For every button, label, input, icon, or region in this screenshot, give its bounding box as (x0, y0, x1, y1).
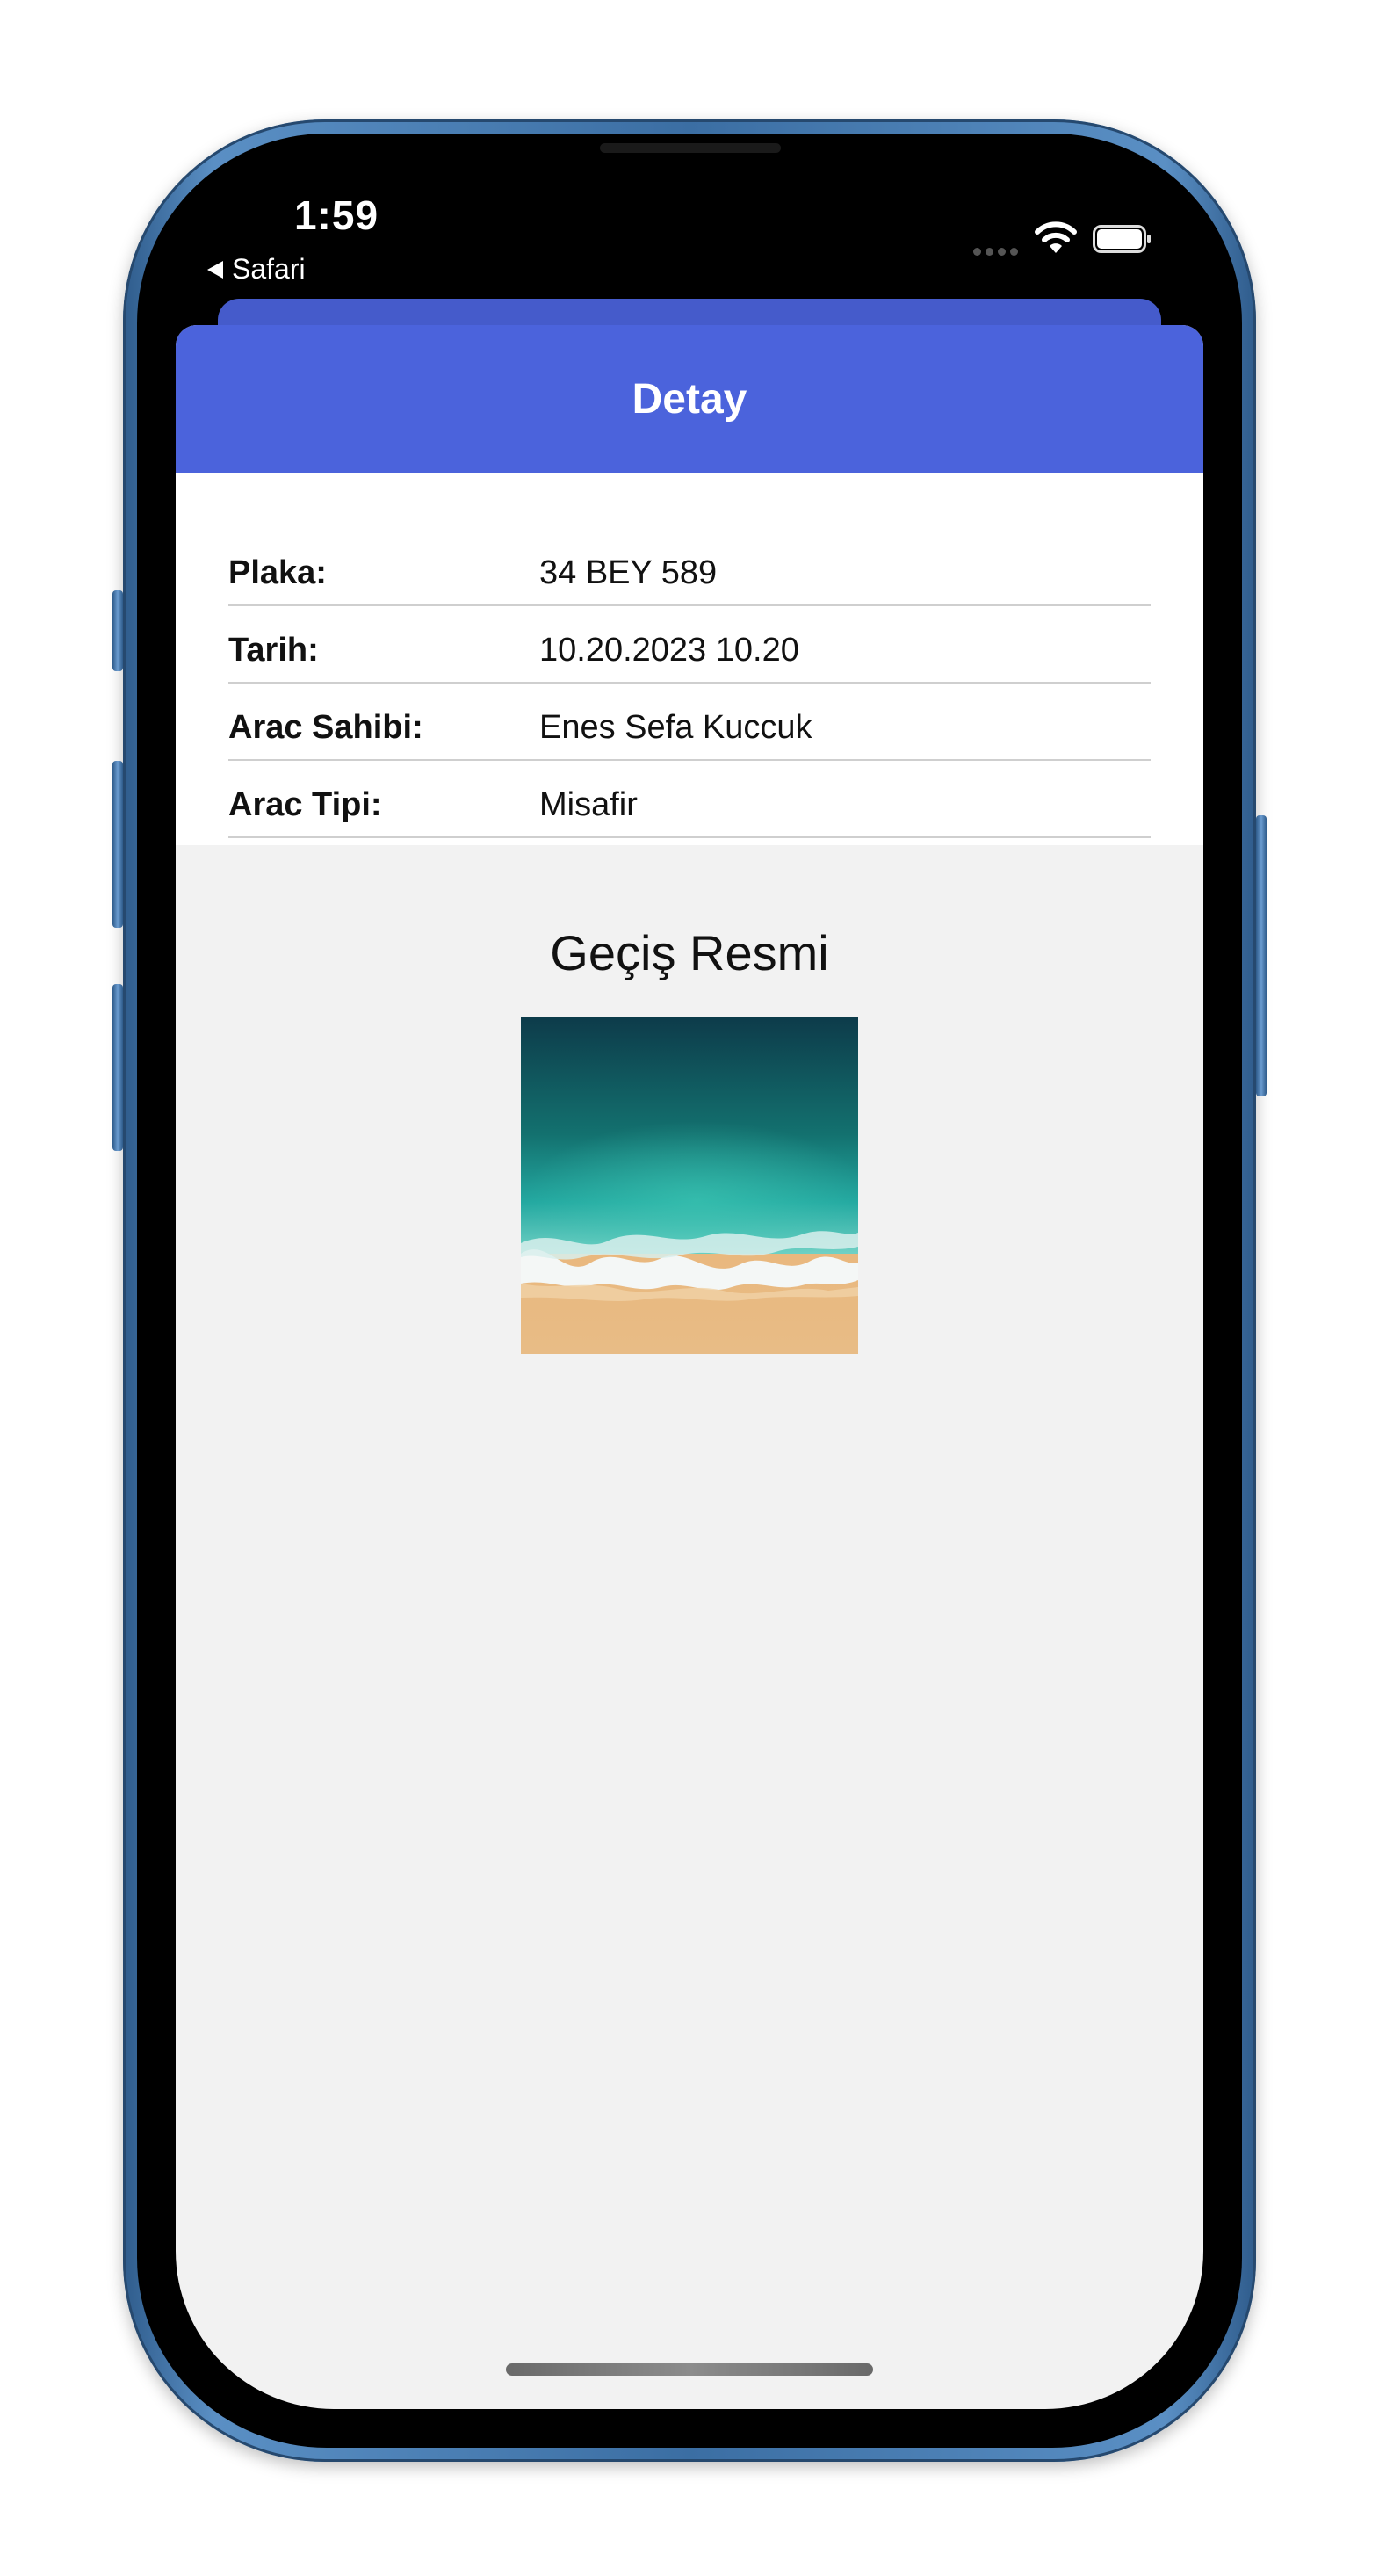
pass-image-title: Geçiş Resmi (550, 925, 829, 980)
action-button (112, 590, 123, 671)
home-indicator[interactable] (506, 2363, 873, 2376)
wifi-icon (1035, 221, 1077, 253)
pass-image-section: Geçiş Resmi (176, 845, 1203, 1354)
volume-down-button (112, 984, 123, 1151)
back-app-label: Safari (232, 253, 306, 285)
detail-value: Enes Sefa Kuccuk (539, 708, 812, 746)
status-time: 1:59 (293, 192, 379, 238)
detail-row-plate: Plaka: 34 BEY 589 (228, 529, 1151, 606)
back-arrow-icon (207, 260, 223, 279)
detail-label: Arac Sahibi: (228, 708, 423, 746)
volume-up-button (112, 761, 123, 928)
detail-label: Tarih: (228, 631, 319, 669)
detail-value: 34 BEY 589 (539, 554, 718, 591)
detail-value: Misafir (539, 785, 638, 823)
detail-value: 10.20.2023 10.20 (539, 631, 799, 669)
nav-header: Detay (176, 325, 1203, 473)
battery-icon (1093, 225, 1151, 253)
detail-row-date: Tarih: 10.20.2023 10.20 (228, 606, 1151, 684)
earpiece-speaker (600, 143, 781, 153)
detail-label: Plaka: (228, 554, 327, 591)
detail-row-owner: Arac Sahibi: Enes Sefa Kuccuk (228, 684, 1151, 761)
detail-row-vehicle-type: Arac Tipi: Misafir (228, 761, 1151, 838)
power-button (1256, 815, 1267, 1096)
detail-label: Arac Tipi: (228, 785, 382, 823)
detail-sheet: Detay Plaka: 34 BEY 589 Tarih: 10.20.202… (176, 325, 1203, 2409)
screen: 1:59 Safari Detay Plaka: 34 BEY 589 Tari… (176, 172, 1203, 2409)
pass-photo[interactable] (521, 1017, 858, 1354)
back-to-app-link[interactable]: Safari (207, 253, 306, 286)
details-card: Plaka: 34 BEY 589 Tarih: 10.20.2023 10.2… (176, 473, 1203, 845)
cellular-signal-icon (973, 248, 1018, 256)
page-title: Detay (632, 375, 747, 423)
